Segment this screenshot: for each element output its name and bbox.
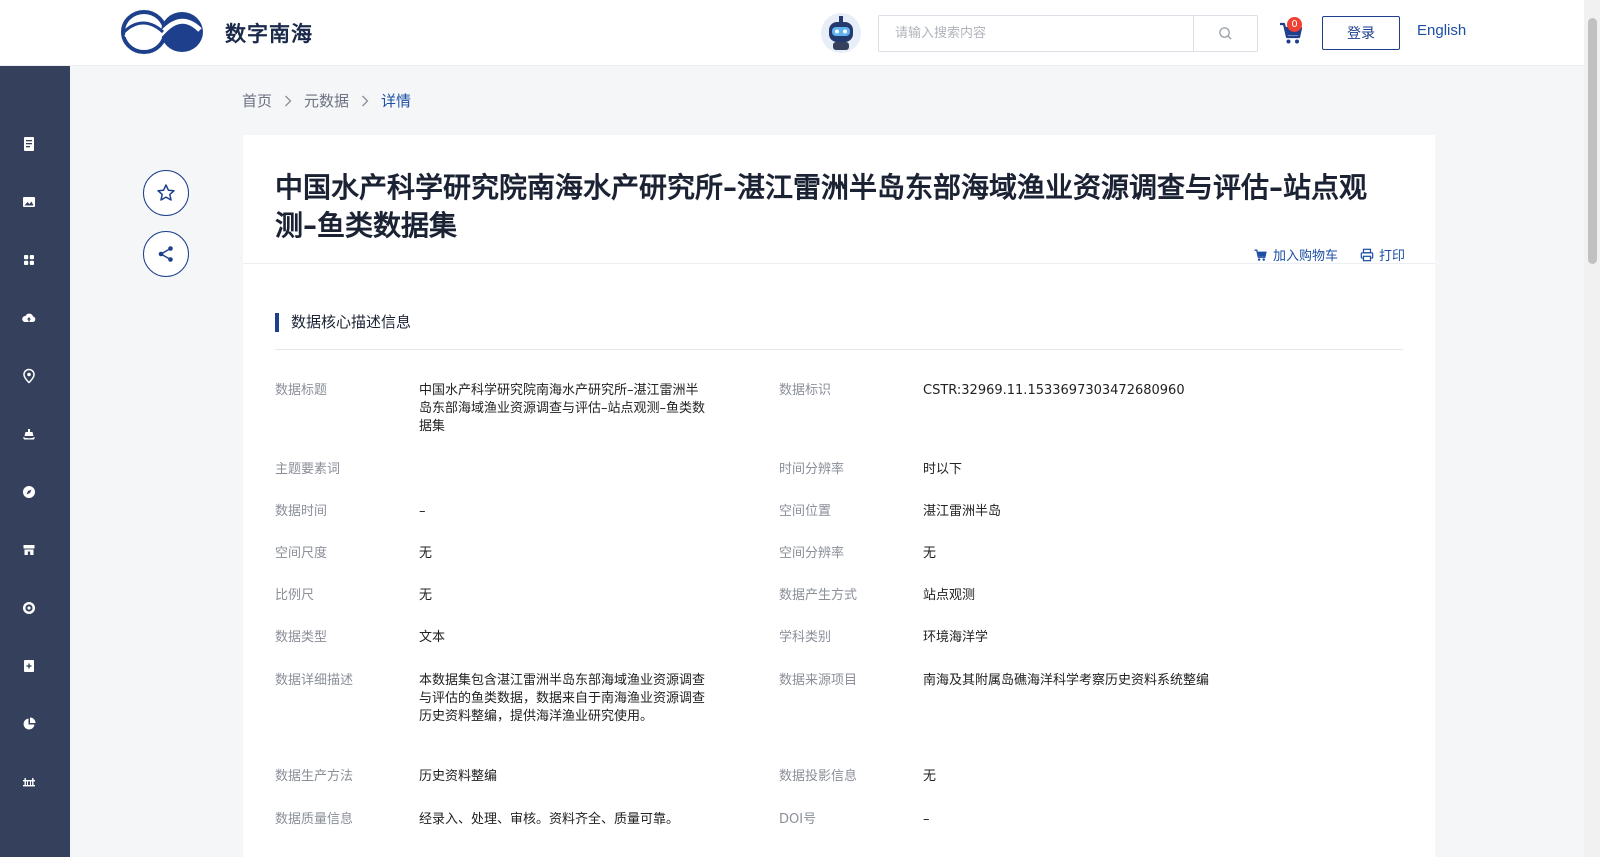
breadcrumb: 首页 元数据 详情 [242,90,411,111]
print-button[interactable]: 打印 [1360,245,1405,264]
search-button[interactable] [1193,16,1257,51]
pie-chart-icon[interactable] [21,716,37,732]
field-label-data-id: 数据标识 [779,383,832,398]
chevron-right-icon [285,95,292,106]
ship-icon[interactable] [21,426,37,442]
field-value-quality: 经录入、处理、审核。资料齐全、质量可靠。 [419,812,680,827]
field-label-generation-method: 数据产生方式 [779,588,858,603]
field-value-discipline: 环境海洋学 [923,630,989,645]
field-label-production-method: 数据生产方法 [275,769,354,784]
field-label-scale: 比例尺 [275,588,315,603]
field-label-doi: DOI号 [779,812,817,827]
field-value-projection: 无 [923,769,937,784]
field-value-doi: – [923,812,930,827]
field-label-data-title: 数据标题 [275,383,328,398]
dataset-title: 中国水产科学研究院南海水产研究所–湛江雷洲半岛东部海域渔业资源调查与评估–站点观… [275,171,1368,242]
field-value-spatial-scale: 无 [419,546,433,561]
top-header: 数字南海 0 登录 English [0,0,1584,66]
star-icon [157,184,175,201]
field-value-spatial-location: 湛江雷洲半岛 [923,504,1002,519]
field-label-spatial-resolution: 空间分辨率 [779,546,845,561]
favorite-button[interactable] [143,170,189,216]
field-label-discipline: 学科类别 [779,630,832,645]
printer-icon [1360,248,1374,261]
breadcrumb-metadata-link[interactable]: 元数据 [304,90,349,111]
field-value-data-id: CSTR:32969.11.1533697303472680960 [923,383,1185,398]
field-label-time-resolution: 时间分辨率 [779,462,845,477]
search-input[interactable] [879,16,1195,51]
share-icon [158,246,173,262]
add-to-cart-button[interactable]: 加入购物车 [1253,245,1338,264]
login-button[interactable]: 登录 [1322,16,1400,50]
section-divider [275,349,1403,350]
field-label-quality: 数据质量信息 [275,812,354,827]
brand-name[interactable]: 数字南海 [225,18,313,48]
target-icon[interactable] [21,600,37,616]
assistant-robot-icon[interactable] [820,11,862,55]
field-value-data-type: 文本 [419,630,446,645]
image-icon[interactable] [21,194,37,210]
field-value-spatial-resolution: 无 [923,546,937,561]
field-value-data-title: 中国水产科学研究院南海水产研究所–湛江雷洲半岛东部海域渔业资源调查与评估–站点观… [419,383,706,434]
left-sidebar [0,66,70,857]
field-label-spatial-scale: 空间尺度 [275,546,328,561]
section-title: 数据核心描述信息 [275,313,411,332]
field-value-production-method: 历史资料整编 [419,769,498,784]
field-value-scale: 无 [419,588,433,603]
search-icon [1219,27,1232,40]
location-pin-icon[interactable] [21,368,37,384]
search-bar [878,15,1258,52]
cart-icon [1254,248,1267,261]
dataset-detail-card: 中国水产科学研究院南海水产研究所–湛江雷洲半岛东部海域渔业资源调查与评估–站点观… [243,135,1435,857]
field-value-description: 本数据集包含湛江雷洲半岛东部海域渔业资源调查与评估的鱼类数据，数据来自于南海渔业… [419,673,706,724]
grid-icon[interactable] [21,252,37,268]
add-file-icon[interactable] [21,658,37,674]
cloud-upload-icon[interactable] [21,310,37,326]
add-to-cart-label: 加入购物车 [1272,249,1338,264]
field-value-data-time: – [419,504,426,519]
title-divider [243,263,1435,264]
field-label-keywords: 主题要素词 [275,462,341,477]
bridge-icon[interactable] [21,774,37,790]
field-value-source-project: 南海及其附属岛礁海洋科学考察历史资料系统整编 [923,673,1210,688]
field-label-source-project: 数据来源项目 [779,673,858,688]
page-scrollbar[interactable] [1584,0,1600,857]
field-value-time-resolution: 时以下 [923,462,963,477]
breadcrumb-current: 详情 [381,92,412,110]
language-switch[interactable]: English [1417,22,1466,39]
document-icon[interactable] [21,136,37,152]
chevron-right-icon [362,95,369,106]
compass-icon[interactable] [21,484,37,500]
cart-count-badge: 0 [1287,17,1302,32]
scrollbar-thumb[interactable] [1588,18,1597,264]
field-label-description: 数据详细描述 [275,673,354,688]
field-label-data-type: 数据类型 [275,630,328,645]
share-button[interactable] [143,231,189,277]
logo-icon[interactable] [120,8,206,56]
breadcrumb-home-link[interactable]: 首页 [242,90,272,111]
store-icon[interactable] [21,542,37,558]
field-label-projection: 数据投影信息 [779,769,858,784]
field-label-spatial-location: 空间位置 [779,504,832,519]
dataset-actions: 加入购物车 打印 [1231,245,1405,264]
field-value-generation-method: 站点观测 [923,588,976,603]
field-label-data-time: 数据时间 [275,504,328,519]
print-label: 打印 [1378,249,1405,264]
